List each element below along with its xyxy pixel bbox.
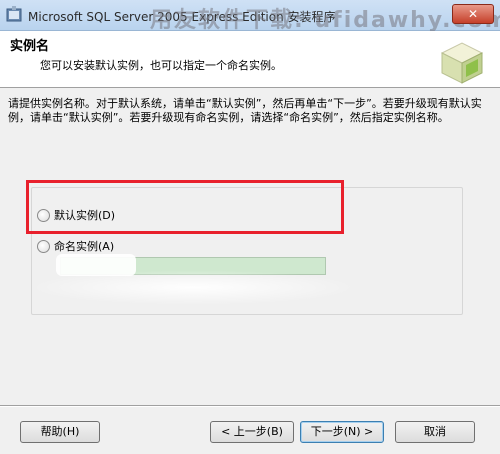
named-instance-option[interactable]: 命名实例(A) — [37, 238, 114, 254]
help-button[interactable]: 帮助(H) — [20, 421, 100, 443]
title-bar: Microsoft SQL Server 2005 Express Editio… — [0, 0, 500, 33]
back-button[interactable]: < 上一步(B) — [210, 421, 294, 443]
header-panel: 实例名 您可以安装默认实例，也可以指定一个命名实例。 — [0, 31, 500, 88]
installer-window: Microsoft SQL Server 2005 Express Editio… — [0, 0, 500, 454]
highlight-box — [26, 180, 344, 234]
close-button[interactable]: ✕ — [452, 4, 494, 24]
footer-separator — [0, 405, 500, 407]
named-instance-label: 命名实例(A) — [54, 240, 115, 253]
instructions-text: 请提供实例名称。对于默认系统，请单击“默认实例”，然后再单击“下一步”。若要升级… — [8, 97, 482, 124]
box-graphic-icon — [440, 42, 484, 84]
watermark-text: 用友软件下载: ufidawhy.com — [150, 8, 500, 33]
next-button[interactable]: 下一步(N) > — [300, 421, 384, 443]
redaction-glow — [28, 270, 358, 305]
page-subtitle: 您可以安装默认实例，也可以指定一个命名实例。 — [40, 59, 282, 72]
close-icon: ✕ — [467, 7, 479, 21]
cancel-button[interactable]: 取消 — [395, 421, 475, 443]
named-instance-radio[interactable] — [37, 239, 50, 253]
page-title: 实例名 — [10, 39, 50, 54]
setup-app-icon — [6, 6, 22, 22]
